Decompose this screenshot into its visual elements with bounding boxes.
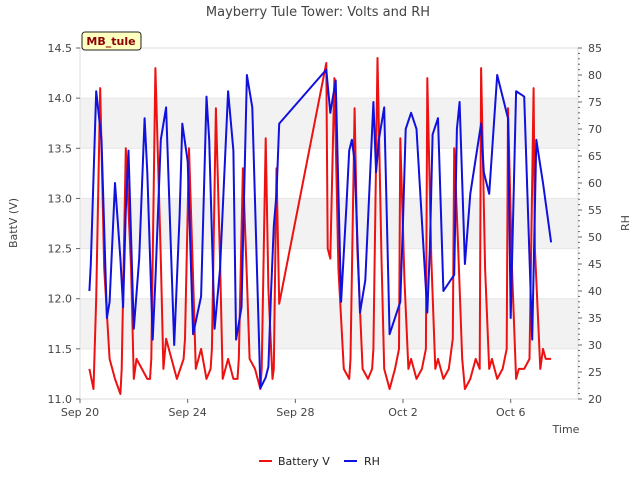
y-right-axis: 20 25 30 35 40 45 50 55 60 65 70 75 80 85 — [578, 42, 602, 406]
x-label: Time — [552, 423, 580, 436]
y-right-tick-label: 45 — [588, 258, 602, 271]
y-left-tick-label: 13.0 — [48, 192, 73, 205]
y-right-tick-label: 35 — [588, 312, 602, 325]
legend: Battery V RH — [259, 455, 380, 468]
y-right-tick-label: 80 — [588, 69, 602, 82]
y-left-tick-label: 11.5 — [48, 343, 73, 356]
y-left-tick-label: 14.5 — [48, 42, 73, 55]
badge-label: MB_tule — [86, 35, 135, 48]
x-tick-label: Oct 6 — [496, 406, 526, 419]
y-right-tick-label: 30 — [588, 339, 602, 352]
x-tick-label: Sep 28 — [276, 406, 314, 419]
x-tick-label: Sep 20 — [61, 406, 99, 419]
legend-battery-label: Battery V — [278, 455, 330, 468]
x-tick-label: Oct 2 — [388, 406, 418, 419]
y-left-axis: 11.0 11.5 12.0 12.5 13.0 13.5 14.0 14.5 — [48, 42, 80, 406]
y-right-tick-label: 85 — [588, 42, 602, 55]
y-left-label: BattV (V) — [7, 198, 20, 248]
legend-rh-label: RH — [364, 455, 380, 468]
y-left-tick-label: 12.5 — [48, 243, 73, 256]
y-right-tick-label: 55 — [588, 204, 602, 217]
y-right-tick-label: 40 — [588, 285, 602, 298]
y-right-tick-label: 20 — [588, 393, 602, 406]
y-right-tick-label: 50 — [588, 231, 602, 244]
y-left-tick-label: 14.0 — [48, 92, 73, 105]
y-right-label: RH — [619, 215, 632, 231]
station-badge: MB_tule — [81, 31, 142, 51]
x-axis: Sep 20 Sep 24 Sep 28 Oct 2 Oct 6 — [61, 399, 526, 419]
chart-title: Mayberry Tule Tower: Volts and RH — [206, 5, 430, 20]
grid-band — [80, 198, 578, 249]
y-left-tick-label: 13.5 — [48, 142, 73, 155]
chart-root: Mayberry Tule Tower: Volts and RH 11.011… — [7, 5, 632, 468]
y-right-tick-label: 60 — [588, 177, 602, 190]
y-left-tick-label: 11.0 — [48, 393, 73, 406]
x-tick-label: Sep 24 — [169, 406, 207, 419]
y-left-tick-label: 12.0 — [48, 293, 73, 306]
y-right-tick-label: 25 — [588, 366, 602, 379]
y-right-tick-label: 70 — [588, 123, 602, 136]
y-right-tick-label: 65 — [588, 150, 602, 163]
y-right-tick-label: 75 — [588, 96, 602, 109]
